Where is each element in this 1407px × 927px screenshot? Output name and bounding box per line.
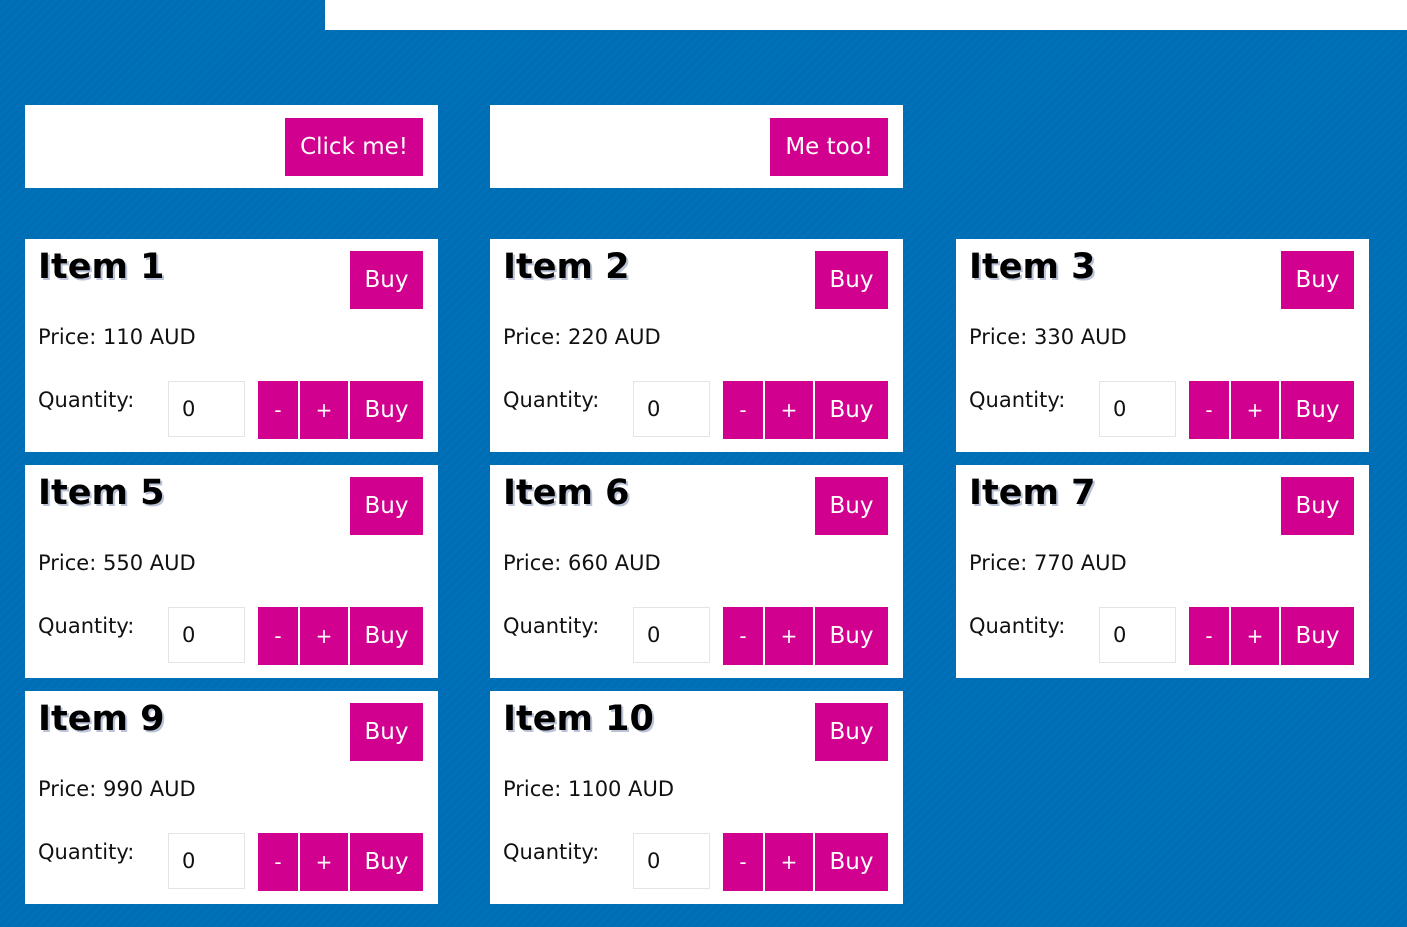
decrement-button[interactable]: -	[258, 833, 298, 891]
buy-button[interactable]: Buy	[815, 477, 888, 535]
increment-button[interactable]: +	[1231, 607, 1279, 665]
item-card: Item 6 Buy Price: 660 AUD Quantity: - + …	[490, 465, 903, 678]
increment-button[interactable]: +	[300, 381, 348, 439]
quantity-label: Quantity:	[503, 614, 600, 638]
item-card: Item 2 Buy Price: 220 AUD Quantity: - + …	[490, 239, 903, 452]
buy-quantity-button[interactable]: Buy	[815, 833, 888, 891]
item-title: Item 2	[503, 247, 630, 287]
item-price: Price: 330 AUD	[969, 325, 1127, 349]
item-card: Item 1 Buy Price: 110 AUD Quantity: - + …	[25, 239, 438, 452]
decrement-button[interactable]: -	[1189, 381, 1229, 439]
buy-button[interactable]: Buy	[815, 251, 888, 309]
item-price: Price: 110 AUD	[38, 325, 196, 349]
click-me-button[interactable]: Click me!	[285, 118, 423, 176]
item-price: Price: 220 AUD	[503, 325, 661, 349]
action-box-me-too: Me too!	[490, 105, 903, 188]
quantity-input[interactable]	[633, 381, 710, 437]
item-title: Item 1	[38, 247, 165, 287]
top-bar	[325, 0, 1407, 30]
item-price: Price: 550 AUD	[38, 551, 196, 575]
quantity-label: Quantity:	[38, 614, 135, 638]
me-too-button[interactable]: Me too!	[770, 118, 888, 176]
quantity-input[interactable]	[168, 381, 245, 437]
item-card: Item 10 Buy Price: 1100 AUD Quantity: - …	[490, 691, 903, 904]
increment-button[interactable]: +	[765, 833, 813, 891]
quantity-label: Quantity:	[969, 614, 1066, 638]
item-price: Price: 1100 AUD	[503, 777, 675, 801]
item-card: Item 3 Buy Price: 330 AUD Quantity: - + …	[956, 239, 1369, 452]
item-title: Item 5	[38, 473, 165, 513]
decrement-button[interactable]: -	[1189, 607, 1229, 665]
decrement-button[interactable]: -	[258, 607, 298, 665]
decrement-button[interactable]: -	[258, 381, 298, 439]
item-price: Price: 770 AUD	[969, 551, 1127, 575]
buy-quantity-button[interactable]: Buy	[350, 381, 423, 439]
increment-button[interactable]: +	[300, 833, 348, 891]
buy-button[interactable]: Buy	[1281, 251, 1354, 309]
buy-quantity-button[interactable]: Buy	[1281, 381, 1354, 439]
quantity-label: Quantity:	[38, 388, 135, 412]
item-title: Item 6	[503, 473, 630, 513]
quantity-input[interactable]	[168, 607, 245, 663]
item-card: Item 7 Buy Price: 770 AUD Quantity: - + …	[956, 465, 1369, 678]
buy-quantity-button[interactable]: Buy	[350, 833, 423, 891]
buy-button[interactable]: Buy	[1281, 477, 1354, 535]
item-title: Item 9	[38, 699, 165, 739]
quantity-input[interactable]	[633, 607, 710, 663]
buy-button[interactable]: Buy	[350, 703, 423, 761]
buy-quantity-button[interactable]: Buy	[815, 607, 888, 665]
action-box-click-me: Click me!	[25, 105, 438, 188]
increment-button[interactable]: +	[765, 607, 813, 665]
item-card: Item 9 Buy Price: 990 AUD Quantity: - + …	[25, 691, 438, 904]
decrement-button[interactable]: -	[723, 607, 763, 665]
decrement-button[interactable]: -	[723, 381, 763, 439]
quantity-label: Quantity:	[503, 840, 600, 864]
quantity-input[interactable]	[633, 833, 710, 889]
increment-button[interactable]: +	[300, 607, 348, 665]
item-price: Price: 660 AUD	[503, 551, 661, 575]
quantity-input[interactable]	[168, 833, 245, 889]
item-title: Item 10	[503, 699, 654, 739]
increment-button[interactable]: +	[765, 381, 813, 439]
quantity-label: Quantity:	[38, 840, 135, 864]
decrement-button[interactable]: -	[723, 833, 763, 891]
buy-quantity-button[interactable]: Buy	[350, 607, 423, 665]
buy-quantity-button[interactable]: Buy	[1281, 607, 1354, 665]
buy-quantity-button[interactable]: Buy	[815, 381, 888, 439]
item-title: Item 7	[969, 473, 1096, 513]
quantity-input[interactable]	[1099, 607, 1176, 663]
item-price: Price: 990 AUD	[38, 777, 196, 801]
buy-button[interactable]: Buy	[815, 703, 888, 761]
quantity-label: Quantity:	[503, 388, 600, 412]
quantity-input[interactable]	[1099, 381, 1176, 437]
increment-button[interactable]: +	[1231, 381, 1279, 439]
buy-button[interactable]: Buy	[350, 251, 423, 309]
item-title: Item 3	[969, 247, 1096, 287]
item-card: Item 5 Buy Price: 550 AUD Quantity: - + …	[25, 465, 438, 678]
buy-button[interactable]: Buy	[350, 477, 423, 535]
quantity-label: Quantity:	[969, 388, 1066, 412]
